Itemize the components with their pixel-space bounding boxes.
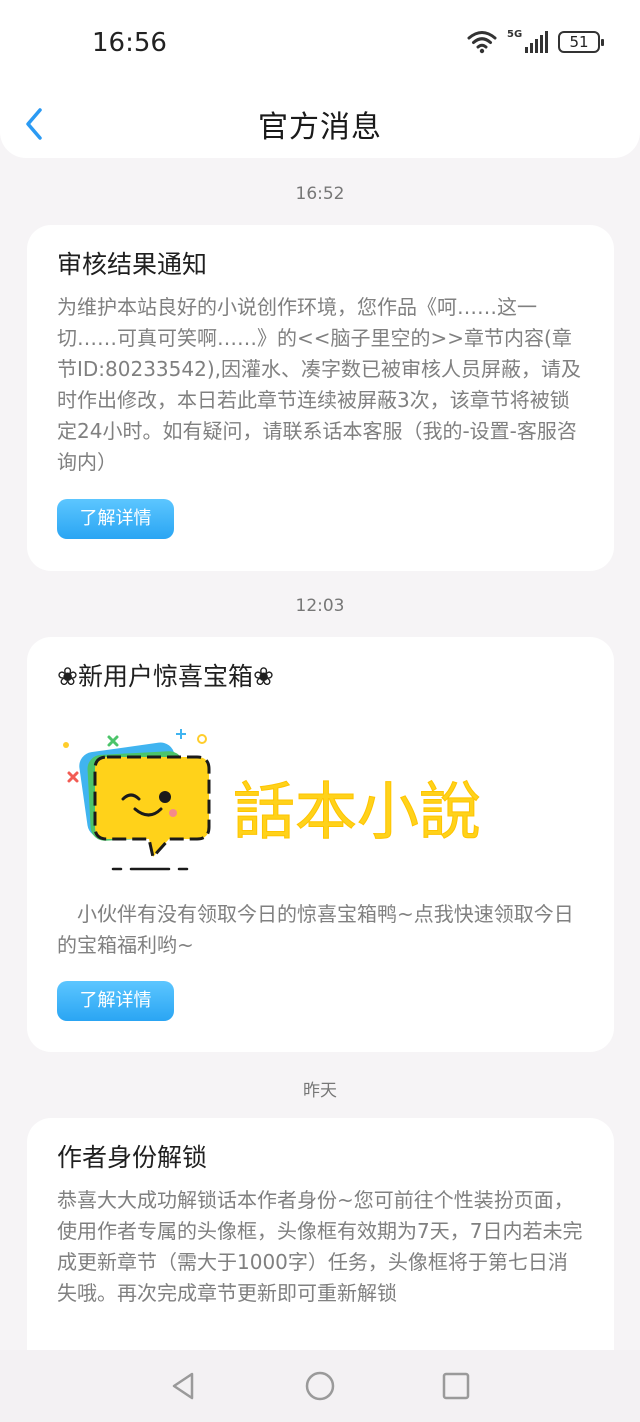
circle-home-icon[interactable]	[304, 1370, 336, 1402]
details-button[interactable]: 了解详情	[57, 981, 174, 1021]
square-recent-icon[interactable]	[440, 1370, 472, 1402]
message-card[interactable]: 审核结果通知 为维护本站良好的小说创作环境，您作品《呵……这一切……可真可笑啊……	[27, 225, 614, 571]
wifi-icon	[467, 31, 497, 54]
battery-icon: 51	[558, 31, 604, 53]
message-time: 昨天	[303, 1081, 337, 1101]
message-time: 12:03	[295, 596, 345, 616]
message-card[interactable]: 作者身份解锁 恭喜大大成功解锁话本作者身份~您可前往个性装扮页面，使用作者专属的…	[27, 1118, 614, 1378]
details-button[interactable]: 了解详情	[57, 499, 174, 539]
message-title: 作者身份解锁	[57, 1143, 208, 1172]
system-nav-bar	[0, 1350, 640, 1422]
message-title: ❀新用户惊喜宝箱❀	[57, 662, 274, 691]
banner-brand-text: 話本小說	[233, 775, 481, 848]
top-bar: 16:56 5G 51 官方消息	[0, 0, 640, 158]
status-icons: 5G 51	[467, 29, 604, 54]
cellular-signal-icon: 5G	[507, 29, 548, 53]
network-type: 5G	[507, 29, 523, 40]
huaben-logo-icon: 話本小說	[63, 729, 482, 871]
message-title: 审核结果通知	[57, 250, 208, 279]
triangle-back-icon[interactable]	[168, 1370, 200, 1402]
message-body: 恭喜大大成功解锁话本作者身份~您可前往个性装扮页面，使用作者专属的头像框，头像框…	[57, 1188, 583, 1305]
battery-level: 51	[569, 33, 589, 51]
message-time: 16:52	[295, 184, 345, 204]
message-card[interactable]: ❀新用户惊喜宝箱❀ 話本小說 小伙伴有没有领取今日的惊喜宝箱鸭~点我快速领取今日…	[27, 637, 614, 1052]
message-body: 为维护本站良好的小说创作环境，您作品《呵……这一切……可真可笑啊……》的<<脑子…	[57, 295, 581, 474]
page-title: 官方消息	[258, 110, 382, 145]
message-body: 小伙伴有没有领取今日的惊喜宝箱鸭~点我快速领取今日的宝箱福利哟~	[57, 902, 574, 957]
status-time: 16:56	[92, 28, 167, 58]
banner-image[interactable]: 話本小說	[57, 729, 584, 889]
